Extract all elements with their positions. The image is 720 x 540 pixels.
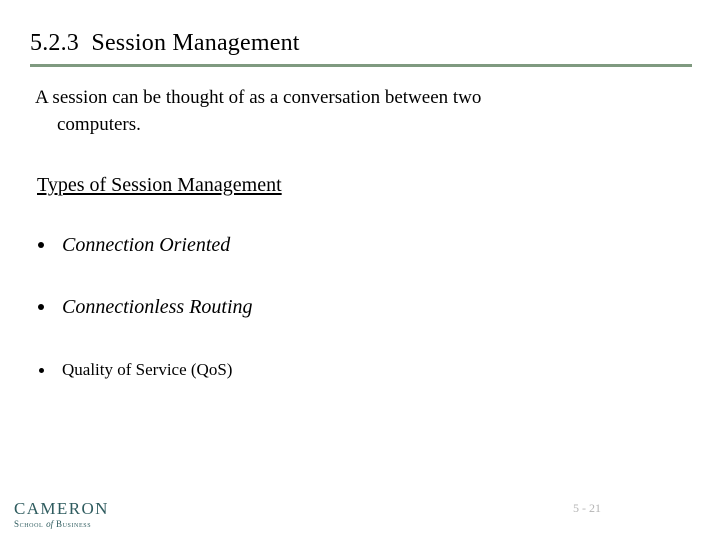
page-number: 5 - 21 xyxy=(573,501,601,515)
bullet-dot-icon xyxy=(39,368,44,373)
logo-wordmark: CAMERON xyxy=(14,499,109,518)
slide: 5.2.3 Session Management A session can b… xyxy=(0,0,720,540)
list-item-label: Connectionless Routing xyxy=(62,296,253,318)
list-item: Connectionless Routing xyxy=(30,294,650,356)
slide-body: A session can be thought of as a convers… xyxy=(0,0,720,540)
intro-paragraph-line-2: computers. xyxy=(57,114,141,135)
bullet-dot-icon xyxy=(38,242,44,248)
list-item-label: Connection Oriented xyxy=(62,234,231,256)
logo-tagline-post: Business xyxy=(53,519,92,529)
section-subheading: Types of Session Management xyxy=(37,174,282,196)
intro-paragraph-line-1: A session can be thought of as a convers… xyxy=(35,87,482,108)
bullet-list: Connection Oriented Connectionless Routi… xyxy=(30,232,650,379)
list-item-label: Quality of Service (QoS) xyxy=(62,360,233,379)
logo-tagline: School of Business xyxy=(14,519,109,530)
list-item: Connection Oriented xyxy=(30,232,650,294)
bullet-dot-icon xyxy=(38,304,44,310)
cameron-school-of-business-logo: CAMERON School of Business xyxy=(14,500,109,530)
logo-tagline-pre: School xyxy=(14,519,47,529)
intro-paragraph: A session can be thought of as a convers… xyxy=(35,84,657,138)
